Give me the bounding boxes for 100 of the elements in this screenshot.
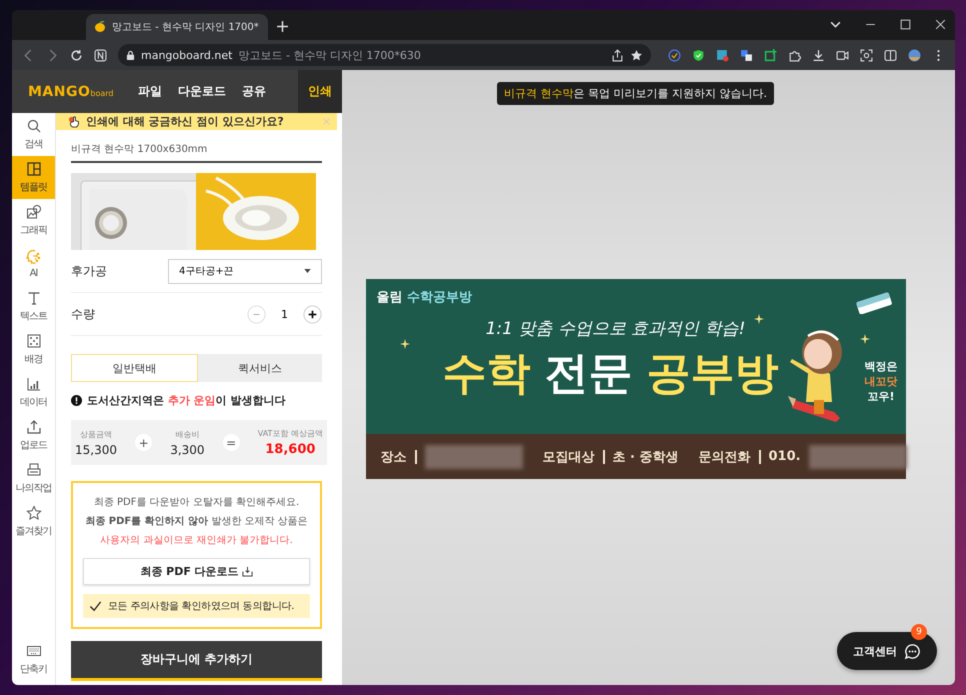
menu-tab[interactable]: 다운로드: [170, 70, 234, 113]
footer-value: 010.: [768, 449, 801, 464]
mango-icon: [94, 21, 106, 33]
delivery-tab[interactable]: 일반택배: [71, 354, 198, 382]
screenshot-icon[interactable]: [860, 48, 873, 62]
upload-icon: [26, 419, 42, 435]
delivery-tab[interactable]: 퀵서비스: [198, 354, 322, 382]
profile-avatar-icon[interactable]: [908, 48, 921, 62]
layout-icon: [26, 161, 42, 177]
footer-label: 모집대상: [542, 448, 594, 466]
price-label: 상품금액: [80, 428, 112, 440]
star-icon: [26, 505, 42, 521]
shipping-notice: 도서산간지역은 추가 운임이 발생합니다: [87, 393, 286, 408]
maximize-icon[interactable]: [899, 18, 912, 31]
sidebar-label: 데이터: [20, 396, 47, 409]
url-domain: mangoboard.net: [141, 48, 232, 62]
keyboard-icon: [26, 643, 42, 659]
mockup-notice: 비규격 현수막은 목업 미리보기를 지원하지 않습니다.: [497, 82, 774, 105]
option-label: 수량: [71, 306, 95, 322]
star-icon[interactable]: [630, 48, 643, 62]
download-icon[interactable]: [812, 48, 825, 62]
option-label: 후가공: [71, 262, 107, 280]
n-square-icon[interactable]: [94, 48, 107, 62]
search-icon: [26, 118, 42, 134]
help-banner[interactable]: 인쇄에 대해 궁금하신 점이 있으신가요?: [56, 113, 337, 130]
chat-bubble-icon: [904, 642, 921, 660]
browser-tab[interactable]: 망고보드 - 현수막 디자인 1700*: [86, 14, 268, 40]
sidebar-item[interactable]: 텍스트: [12, 285, 55, 328]
sparkle-icon: [754, 314, 764, 324]
close-icon[interactable]: [934, 18, 947, 31]
sidebar-item[interactable]: 나의작업: [12, 457, 55, 500]
bar-chart-icon: [26, 376, 42, 392]
banner-side-text: 백정은 내꼬닷 꼬우!: [864, 359, 898, 404]
operator-sign: +: [135, 434, 152, 451]
sidebar-item[interactable]: 그래픽: [12, 199, 55, 242]
reload-icon[interactable]: [70, 48, 83, 62]
product-name: 비규격 현수막 1700x630mm: [71, 130, 322, 163]
new-tab-icon[interactable]: [276, 20, 289, 33]
price-value: 15,300: [75, 442, 117, 456]
sidebar-label: 텍스트: [20, 310, 47, 323]
sidebar-label: 즐겨찾기: [16, 525, 52, 538]
price-value: 18,600: [265, 442, 316, 457]
sidebar-label: 나의작업: [16, 482, 52, 495]
agreement-label: 모든 주의사항을 확인하였으며 동의합니다.: [108, 600, 294, 613]
plus-button[interactable]: [303, 304, 322, 324]
download-tray-icon: [242, 566, 253, 577]
address-bar[interactable]: mangoboard.net 망고보드 - 현수막 디자인 1700*630: [118, 44, 651, 66]
logo[interactable]: MANGOboard: [12, 84, 130, 100]
sidebar-label: AI: [30, 268, 38, 278]
video-icon[interactable]: [836, 48, 849, 62]
pdf-download-button[interactable]: 최종 PDF 다운로드: [83, 558, 310, 585]
sparkle-icon: [400, 339, 410, 349]
sidebar-label: 업로드: [20, 439, 47, 452]
sparkle-icon: [860, 334, 870, 344]
check-circle-icon[interactable]: [668, 48, 681, 62]
sidebar-label: 배경: [24, 353, 42, 366]
add-box-icon[interactable]: [764, 48, 777, 62]
sidebar-item[interactable]: 단축키: [12, 638, 55, 681]
footer-label: 문의전화: [698, 448, 750, 466]
image-extension-icon[interactable]: [716, 48, 729, 62]
notification-badge: 9: [911, 624, 927, 640]
price-label: VAT포함 예상금액: [258, 428, 323, 439]
sidebar-label: 단축키: [20, 663, 47, 676]
checkmark-icon[interactable]: [89, 600, 102, 612]
menu-tab[interactable]: 인쇄: [298, 70, 342, 113]
quantity-value: 1: [281, 308, 288, 320]
tab-title: 망고보드 - 현수막 디자인 1700*: [112, 21, 259, 34]
banner-tagline: 1:1 맞춤 수업으로 효과적인 학습!: [486, 318, 746, 340]
sidebar-item[interactable]: 데이터: [12, 371, 55, 414]
lock-icon: [126, 50, 135, 60]
translate-icon[interactable]: [740, 48, 753, 62]
sidebar-label: 그래픽: [20, 224, 47, 237]
shield-icon[interactable]: [692, 48, 705, 62]
operator-sign: =: [222, 434, 240, 451]
dice-icon: [26, 333, 42, 349]
ai-head-icon: [26, 248, 42, 264]
sidebar-label: 템플릿: [20, 181, 47, 194]
share-icon[interactable]: [611, 48, 624, 62]
sidebar-icon[interactable]: [884, 48, 897, 62]
add-to-cart-button[interactable]: 장바구니에 추가하기: [71, 641, 322, 681]
price-label: 배송비: [175, 428, 200, 440]
menu-tab[interactable]: 공유: [234, 70, 274, 113]
warning-text: 최종 PDF를 다운받아 오탈자를 확인해주세요. 최종 PDF를 확인하지 않아 발생한 오제작 상품은 사용자의 과실이므로 재인쇄가 불가합니다.: [84, 496, 309, 548]
printer-icon: [26, 462, 42, 478]
menu-tab[interactable]: 파일: [130, 70, 170, 113]
exclamation-icon: [71, 395, 82, 406]
sidebar-item[interactable]: AI: [12, 242, 55, 285]
banner-headline: 수학 전문 공부방: [442, 347, 778, 401]
sidebar-item[interactable]: 즐겨찾기: [12, 500, 55, 543]
help-text: 인쇄에 대해 궁금하신 점이 있으신가요?: [86, 114, 285, 129]
price-value: 3,300: [170, 442, 205, 456]
sidebar-label: 검색: [24, 138, 42, 151]
sidebar-item[interactable]: 배경: [12, 328, 55, 371]
sidebar-item[interactable]: 검색: [12, 113, 55, 156]
text-icon: [26, 290, 42, 306]
footer-label: 장소: [380, 448, 406, 466]
puzzle-icon[interactable]: [788, 48, 801, 62]
sidebar-item[interactable]: 업로드: [12, 414, 55, 457]
finishing-dropdown[interactable]: 4구타공+끈: [168, 258, 322, 284]
sidebar-item[interactable]: 템플릿: [12, 156, 55, 199]
